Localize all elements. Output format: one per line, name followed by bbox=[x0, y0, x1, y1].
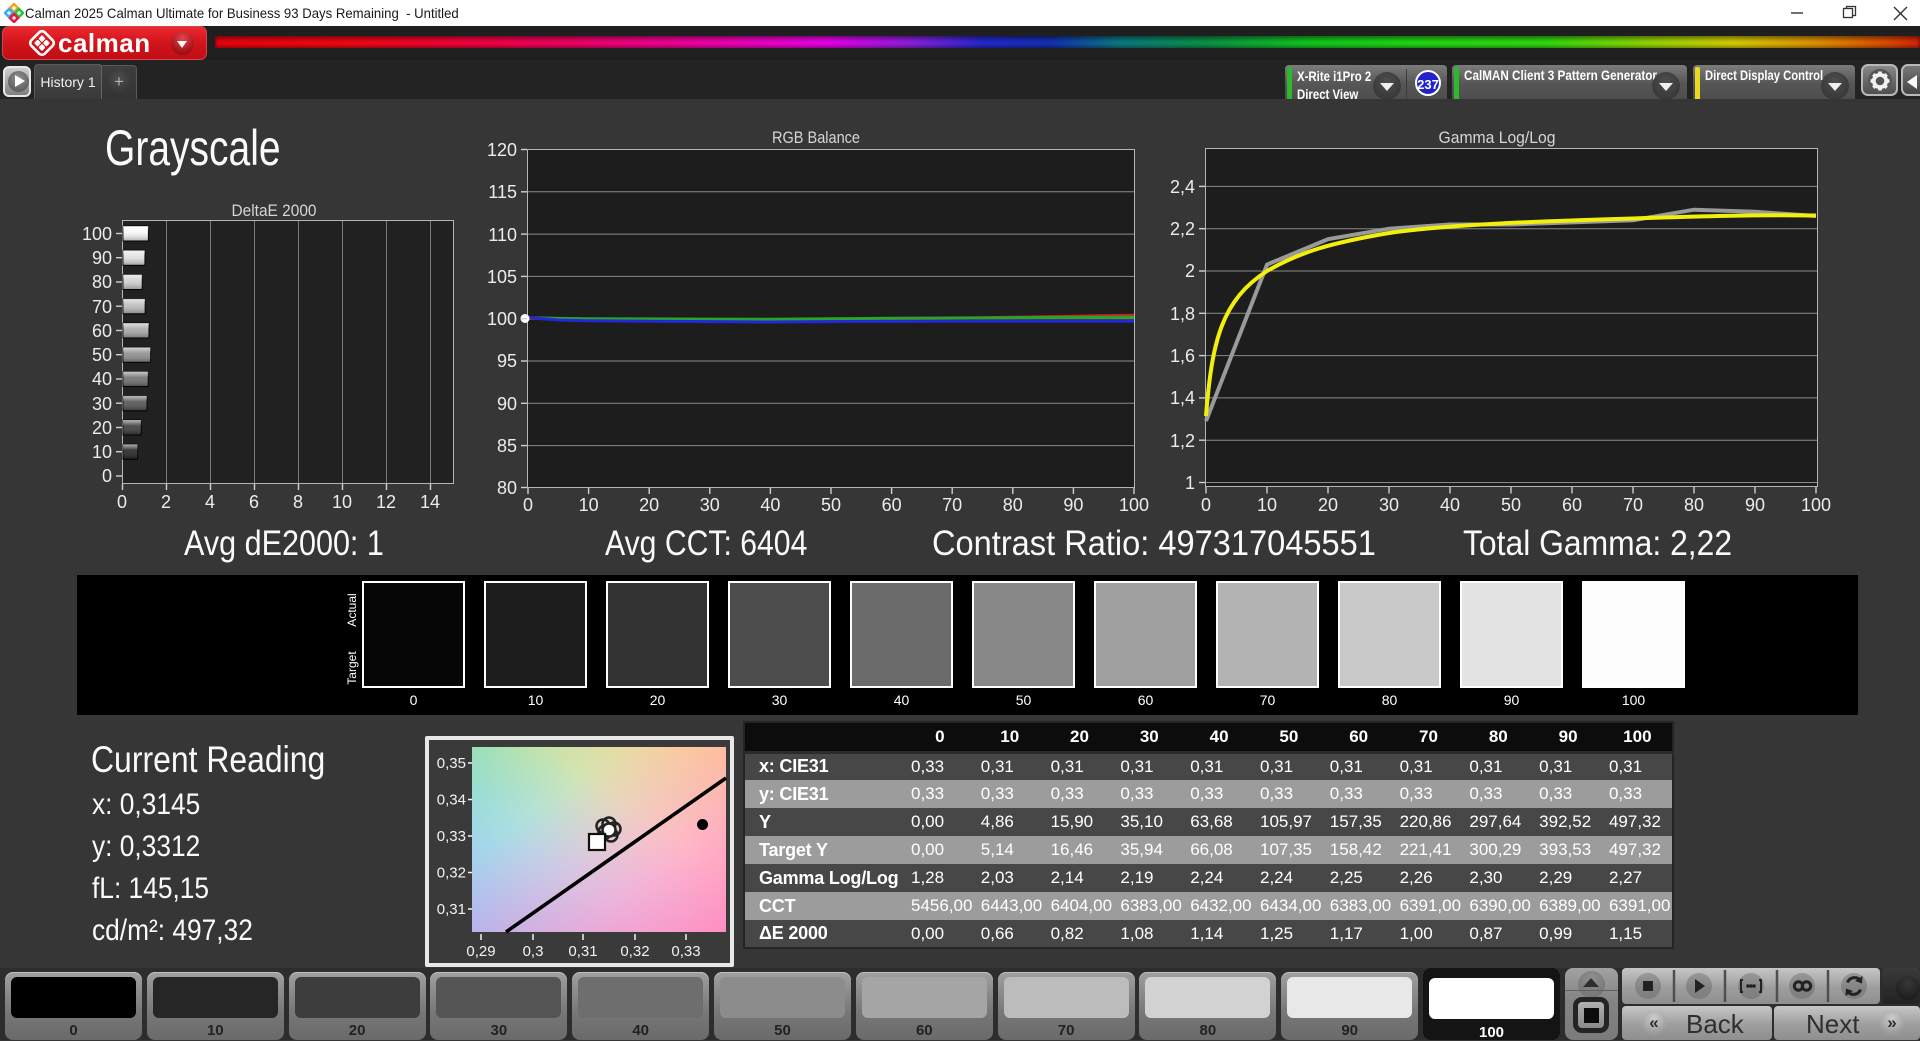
svg-text:0,32: 0,32 bbox=[437, 865, 466, 882]
svg-text:30: 30 bbox=[92, 394, 112, 414]
svg-text:1,4: 1,4 bbox=[1170, 388, 1195, 408]
svg-text:50: 50 bbox=[821, 495, 841, 515]
svg-text:100: 100 bbox=[487, 309, 517, 329]
svg-text:0,33: 0,33 bbox=[671, 943, 700, 960]
svg-text:14: 14 bbox=[420, 492, 440, 512]
svg-text:80: 80 bbox=[1003, 495, 1023, 515]
svg-text:0,33: 0,33 bbox=[437, 828, 466, 845]
svg-text:80: 80 bbox=[497, 478, 517, 498]
svg-text:10: 10 bbox=[1257, 495, 1277, 515]
svg-text:1: 1 bbox=[1185, 473, 1195, 493]
svg-text:0,32: 0,32 bbox=[620, 943, 649, 960]
svg-text:2,2: 2,2 bbox=[1170, 219, 1195, 239]
svg-text:90: 90 bbox=[92, 248, 112, 268]
svg-text:30: 30 bbox=[1379, 495, 1399, 515]
svg-text:80: 80 bbox=[1684, 495, 1704, 515]
svg-text:4: 4 bbox=[205, 492, 215, 512]
svg-text:20: 20 bbox=[1318, 495, 1338, 515]
svg-text:90: 90 bbox=[497, 394, 517, 414]
svg-text:70: 70 bbox=[92, 297, 112, 317]
svg-text:115: 115 bbox=[488, 182, 517, 202]
svg-text:0,35: 0,35 bbox=[437, 755, 466, 772]
svg-text:100: 100 bbox=[1801, 495, 1831, 515]
svg-text:0,29: 0,29 bbox=[466, 943, 495, 960]
svg-text:2,4: 2,4 bbox=[1170, 177, 1195, 197]
svg-text:60: 60 bbox=[882, 495, 902, 515]
svg-text:0,3: 0,3 bbox=[523, 943, 544, 960]
svg-text:40: 40 bbox=[92, 369, 112, 389]
svg-text:0: 0 bbox=[523, 495, 533, 515]
svg-text:110: 110 bbox=[488, 225, 517, 245]
svg-text:0: 0 bbox=[1201, 495, 1211, 515]
svg-text:20: 20 bbox=[92, 418, 112, 438]
svg-text:0,34: 0,34 bbox=[437, 792, 466, 809]
svg-text:8: 8 bbox=[293, 492, 303, 512]
svg-text:0,31: 0,31 bbox=[568, 943, 597, 960]
svg-text:6: 6 bbox=[249, 492, 259, 512]
svg-text:DeltaE 2000: DeltaE 2000 bbox=[232, 201, 317, 220]
svg-text:95: 95 bbox=[497, 351, 517, 371]
svg-text:85: 85 bbox=[497, 436, 517, 456]
svg-text:60: 60 bbox=[92, 321, 112, 341]
svg-text:1,8: 1,8 bbox=[1170, 304, 1195, 324]
svg-text:100: 100 bbox=[1119, 495, 1149, 515]
svg-text:calman: calman bbox=[58, 28, 151, 58]
svg-text:105: 105 bbox=[487, 267, 517, 287]
svg-text:Gamma Log/Log: Gamma Log/Log bbox=[1439, 128, 1556, 147]
svg-text:0,31: 0,31 bbox=[437, 901, 466, 918]
svg-text:0: 0 bbox=[117, 492, 127, 512]
svg-text:60: 60 bbox=[1562, 495, 1582, 515]
svg-text:10: 10 bbox=[92, 442, 112, 462]
svg-text:20: 20 bbox=[639, 495, 659, 515]
svg-text:90: 90 bbox=[1745, 495, 1765, 515]
svg-text:50: 50 bbox=[92, 345, 112, 365]
svg-text:80: 80 bbox=[92, 272, 112, 292]
svg-text:30: 30 bbox=[700, 495, 720, 515]
svg-text:50: 50 bbox=[1501, 495, 1521, 515]
svg-text:100: 100 bbox=[82, 224, 112, 244]
svg-text:70: 70 bbox=[942, 495, 962, 515]
svg-text:120: 120 bbox=[487, 140, 517, 160]
svg-text:10: 10 bbox=[579, 495, 599, 515]
svg-text:12: 12 bbox=[376, 492, 396, 512]
svg-text:2: 2 bbox=[161, 492, 171, 512]
svg-text:1,2: 1,2 bbox=[1170, 431, 1195, 451]
svg-text:40: 40 bbox=[1440, 495, 1460, 515]
svg-text:0: 0 bbox=[102, 466, 112, 486]
svg-text:90: 90 bbox=[1063, 495, 1083, 515]
svg-text:2: 2 bbox=[1185, 261, 1195, 281]
svg-text:40: 40 bbox=[760, 495, 780, 515]
svg-text:70: 70 bbox=[1623, 495, 1643, 515]
svg-text:RGB Balance: RGB Balance bbox=[772, 128, 860, 147]
svg-text:10: 10 bbox=[332, 492, 352, 512]
svg-text:1,6: 1,6 bbox=[1170, 346, 1195, 366]
